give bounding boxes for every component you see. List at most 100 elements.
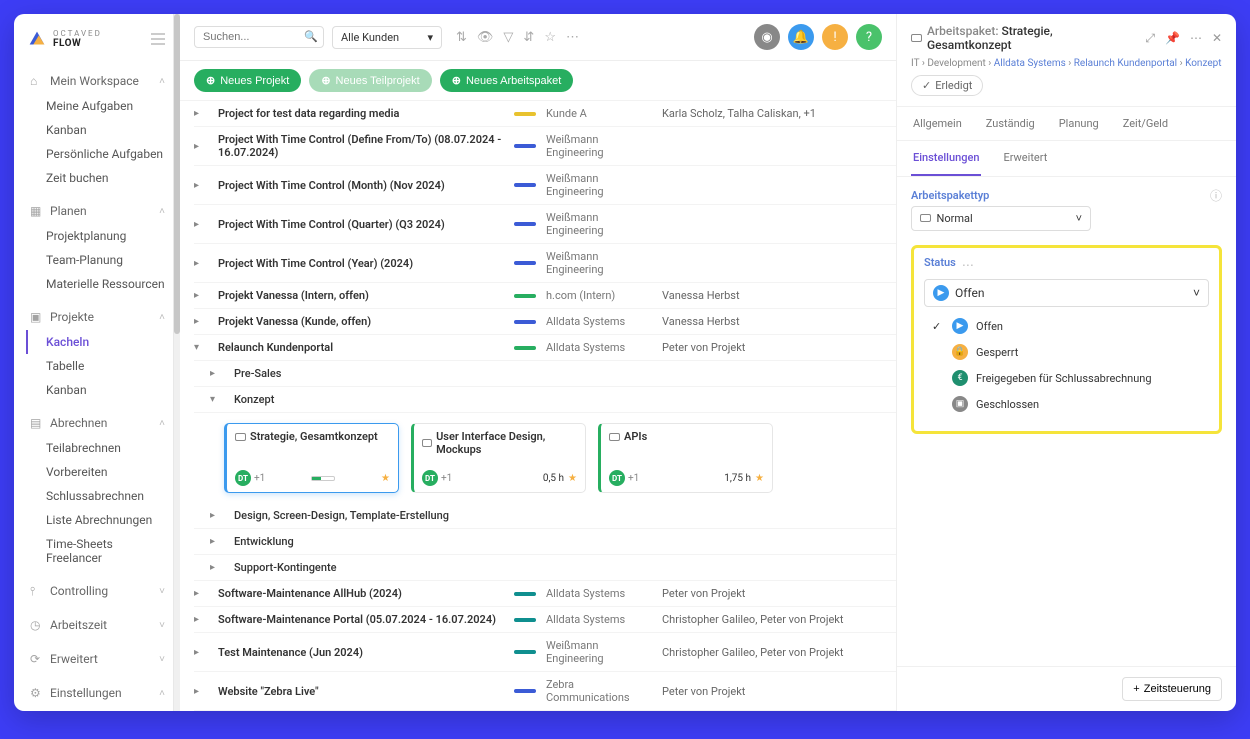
subgroup-row[interactable]: ▸Pre-Sales xyxy=(194,361,896,387)
project-row[interactable]: ▸Projekt Vanessa (Kunde, offen)Alldata S… xyxy=(194,309,896,335)
bell-icon[interactable]: 🔔 xyxy=(788,24,814,50)
workpackage-card[interactable]: APIs DT+1 1,75 h★ xyxy=(598,423,773,493)
camera-icon[interactable]: ◉ xyxy=(754,24,780,50)
nav-book-time[interactable]: Zeit buchen xyxy=(28,166,167,190)
status-option[interactable]: 🔒Gesperrt xyxy=(928,339,1209,365)
eye-icon[interactable]: 👁 xyxy=(477,30,494,45)
expand-arrow-icon[interactable]: ▸ xyxy=(194,219,212,230)
toolbar: 🔍 Alle Kunden▾ ⇅ 👁 ▽ ⇵ ☆ ⋯ ◉ 🔔 ! ? xyxy=(180,14,896,61)
done-chip[interactable]: ✓ Erledigt xyxy=(911,75,983,96)
subgroup-row[interactable]: ▸Entwicklung xyxy=(194,529,896,555)
expand-arrow-icon[interactable]: ▸ xyxy=(194,108,212,119)
tab-responsible[interactable]: Zuständig xyxy=(984,107,1037,140)
time-control-button[interactable]: +Zeitsteuerung xyxy=(1122,677,1222,701)
sort-icon[interactable]: ⇵ xyxy=(523,30,534,45)
new-project-button[interactable]: ⊕Neues Projekt xyxy=(194,69,301,92)
tab-time-money[interactable]: Zeit/Geld xyxy=(1121,107,1170,140)
subgroup-row[interactable]: ▾Konzept xyxy=(194,387,896,413)
expand-arrow-icon[interactable]: ▾ xyxy=(194,342,212,353)
status-option[interactable]: ✓▶Offen xyxy=(928,313,1209,339)
project-row[interactable]: ▸Project With Time Control (Year) (2024)… xyxy=(194,244,896,283)
tab-general[interactable]: Allgemein xyxy=(911,107,964,140)
menu-toggle-icon[interactable] xyxy=(151,33,165,45)
filter-icon[interactable]: ▽ xyxy=(503,30,513,45)
more-icon[interactable]: ⋯ xyxy=(566,30,579,45)
project-row[interactable]: ▸Project With Time Control (Month) (Nov … xyxy=(194,166,896,205)
expand-arrow-icon[interactable]: ▸ xyxy=(194,290,212,301)
subgroup-row[interactable]: ▸Design, Screen-Design, Template-Erstell… xyxy=(194,503,896,529)
nav-settings[interactable]: ⚙Einstellungen˄ xyxy=(28,680,167,706)
type-select[interactable]: Normal˅ xyxy=(911,206,1091,231)
more-h-icon[interactable]: ⋯ xyxy=(1190,31,1202,46)
expand-arrow-icon[interactable]: ▸ xyxy=(194,141,212,152)
nav-workspace[interactable]: ⌂Mein Workspace˄ xyxy=(28,68,167,94)
nav-table[interactable]: Tabelle xyxy=(28,354,167,378)
tab-planning[interactable]: Planung xyxy=(1057,107,1101,140)
project-row[interactable]: ▸Project With Time Control (Quarter) (Q3… xyxy=(194,205,896,244)
status-option[interactable]: €Freigegeben für Schlussabrechnung xyxy=(928,365,1209,391)
nav-material-resources[interactable]: Materielle Ressourcen xyxy=(28,272,167,296)
nav-worktime[interactable]: ◷Arbeitszeit˅ xyxy=(28,612,167,638)
expand-arrow-icon[interactable]: ▸ xyxy=(194,647,212,658)
new-workpackage-button[interactable]: ⊕Neues Arbeitspaket xyxy=(440,69,574,92)
nav-controlling[interactable]: ⫯Controlling˅ xyxy=(28,578,167,604)
nav-team-planning[interactable]: Team-Planung xyxy=(28,248,167,272)
field-type-label: Arbeitspakettyp xyxy=(911,189,1222,202)
nav-users[interactable]: Benutzer xyxy=(28,706,167,711)
breadcrumb[interactable]: IT › Development › Alldata Systems › Rel… xyxy=(911,52,1222,75)
new-subproject-button[interactable]: ⊕Neues Teilprojekt xyxy=(309,69,431,92)
nav-projects[interactable]: ▣Projekte˄ xyxy=(28,304,167,330)
expand-arrow-icon[interactable]: ▸ xyxy=(194,614,212,625)
status-more-icon[interactable]: ⋯ xyxy=(962,258,974,272)
nav-kanban2[interactable]: Kanban xyxy=(28,378,167,402)
status-option[interactable]: ▣Geschlossen xyxy=(928,391,1209,417)
project-row[interactable]: ▸Website "Zebra Live"Zebra Communication… xyxy=(194,672,896,711)
project-row[interactable]: ▸Project With Time Control (Define From/… xyxy=(194,127,896,166)
close-icon[interactable]: ✕ xyxy=(1212,31,1222,46)
project-row[interactable]: ▾Relaunch KundenportalAlldata SystemsPet… xyxy=(194,335,896,361)
workpackage-card[interactable]: User Interface Design, Mockups DT+1 0,5 … xyxy=(411,423,586,493)
search-input[interactable]: 🔍 xyxy=(194,26,324,48)
subtab-settings[interactable]: Einstellungen xyxy=(911,141,981,176)
nav-advanced[interactable]: ⟳Erweitert˅ xyxy=(28,646,167,672)
nav-partial-billing[interactable]: Teilabrechnen xyxy=(28,436,167,460)
project-row[interactable]: ▸Project for test data regarding mediaKu… xyxy=(194,101,896,127)
project-list: ▸Project for test data regarding mediaKu… xyxy=(180,101,896,711)
info-icon[interactable]: ⓘ xyxy=(1210,187,1222,204)
nav-tiles[interactable]: Kacheln xyxy=(26,330,167,354)
nav-prepare[interactable]: Vorbereiten xyxy=(28,460,167,484)
customer-filter[interactable]: Alle Kunden▾ xyxy=(332,26,442,49)
nav-plan[interactable]: ▦Planen˄ xyxy=(28,198,167,224)
expand-icon[interactable]: ⤢ xyxy=(1145,31,1155,46)
nav-project-planning[interactable]: Projektplanung xyxy=(28,224,167,248)
subgroup-row[interactable]: ▸Support-Kontingente xyxy=(194,555,896,581)
workpackage-card[interactable]: Strategie, Gesamtkonzept DT+1 ★ xyxy=(224,423,399,493)
card-row: Strategie, Gesamtkonzept DT+1 ★User Inte… xyxy=(194,413,896,503)
expand-arrow-icon[interactable]: ▸ xyxy=(194,686,212,697)
project-row[interactable]: ▸Software-Maintenance Portal (05.07.2024… xyxy=(194,607,896,633)
nav-timesheets[interactable]: Time-Sheets Freelancer xyxy=(28,532,167,570)
subtab-advanced[interactable]: Erweitert xyxy=(1001,141,1049,176)
project-row[interactable]: ▸Projekt Vanessa (Intern, offen)h.com (I… xyxy=(194,283,896,309)
warning-icon[interactable]: ! xyxy=(822,24,848,50)
nav-personal-tasks[interactable]: Persönliche Aufgaben xyxy=(28,142,167,166)
nav-final-billing[interactable]: Schlussabrechnen xyxy=(28,484,167,508)
expand-arrow-icon[interactable]: ▸ xyxy=(194,258,212,269)
nav-my-tasks[interactable]: Meine Aufgaben xyxy=(28,94,167,118)
help-icon[interactable]: ? xyxy=(856,24,882,50)
sliders-icon[interactable]: ⇅ xyxy=(456,30,467,45)
expand-arrow-icon[interactable]: ▸ xyxy=(194,588,212,599)
project-row[interactable]: ▸Test Maintenance (Jun 2024)Weißmann Eng… xyxy=(194,633,896,672)
project-row[interactable]: ▸Software-Maintenance AllHub (2024)Allda… xyxy=(194,581,896,607)
nav-kanban[interactable]: Kanban xyxy=(28,118,167,142)
status-select[interactable]: ▶Offen ˅ xyxy=(924,279,1209,307)
nav-billing-list[interactable]: Liste Abrechnungen xyxy=(28,508,167,532)
expand-arrow-icon[interactable]: ▸ xyxy=(194,180,212,191)
nav-billing[interactable]: ▤Abrechnen˄ xyxy=(28,410,167,436)
star-icon[interactable]: ☆ xyxy=(544,30,556,45)
detail-panel: Arbeitspaket: Strategie, Gesamtkonzept ⤢… xyxy=(896,14,1236,711)
expand-arrow-icon[interactable]: ▸ xyxy=(194,316,212,327)
search-icon: 🔍 xyxy=(304,30,318,43)
pin-icon[interactable]: 📌 xyxy=(1165,31,1180,46)
status-block: Status⋯ ▶Offen ˅ ✓▶Offen🔒Gesperrt€Freige… xyxy=(911,245,1222,434)
